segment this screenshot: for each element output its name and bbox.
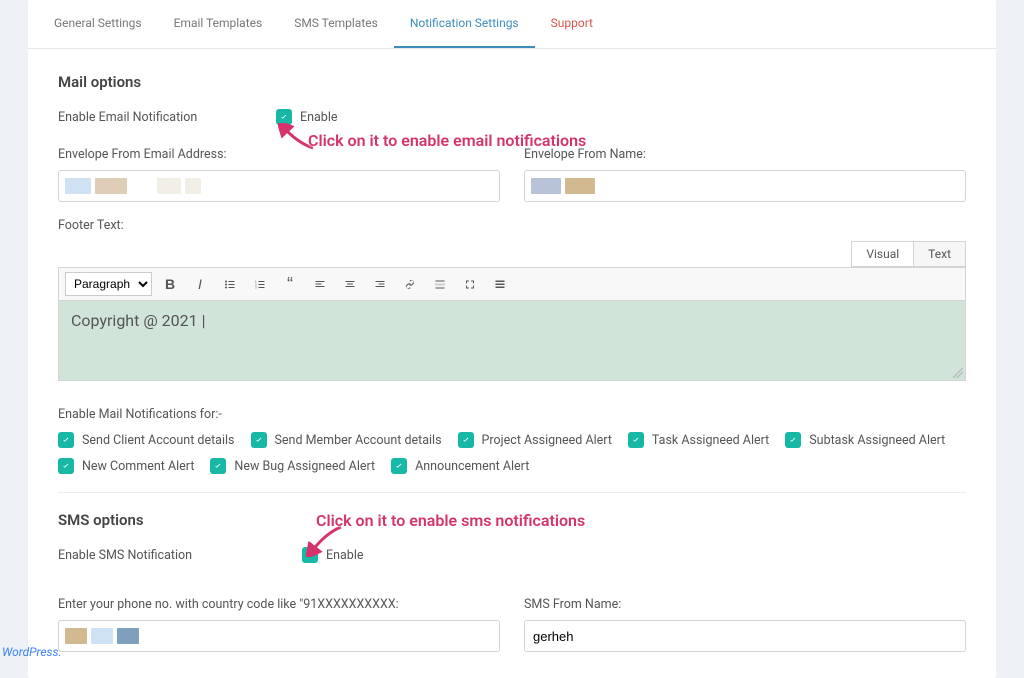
quote-icon[interactable]: “ xyxy=(278,272,302,296)
section-divider xyxy=(58,492,966,493)
tab-email-templates[interactable]: Email Templates xyxy=(158,0,279,48)
notification-item: Task Assigneed Alert xyxy=(628,432,769,448)
notification-item-label: Task Assigneed Alert xyxy=(652,433,769,448)
tab-support[interactable]: Support xyxy=(535,0,609,48)
notification-item: Send Member Account details xyxy=(251,432,442,448)
phone-input[interactable] xyxy=(58,620,500,652)
notification-checkbox[interactable] xyxy=(58,432,74,448)
envelope-email-label: Envelope From Email Address: xyxy=(58,147,500,162)
notification-item: Announcement Alert xyxy=(391,458,529,474)
enable-sms-check-text: Enable xyxy=(326,548,364,563)
check-icon xyxy=(213,461,223,471)
footer-text-editor[interactable]: Copyright @ 2021 | xyxy=(58,301,966,381)
check-icon xyxy=(61,461,71,471)
editor-tab-text[interactable]: Text xyxy=(913,241,966,267)
notification-checkbox[interactable] xyxy=(251,432,267,448)
envelope-email-input[interactable] xyxy=(58,170,500,202)
check-icon xyxy=(461,435,471,445)
sms-from-name-input[interactable] xyxy=(524,620,966,652)
bullet-list-icon[interactable] xyxy=(218,272,242,296)
align-left-icon[interactable] xyxy=(308,272,332,296)
check-icon xyxy=(279,112,289,122)
notification-checkbox[interactable] xyxy=(58,458,74,474)
notification-item: Send Client Account details xyxy=(58,432,235,448)
notification-item: New Comment Alert xyxy=(58,458,194,474)
enable-email-check-text: Enable xyxy=(300,110,338,125)
readmore-icon[interactable] xyxy=(428,272,452,296)
check-icon xyxy=(61,435,71,445)
phone-label: Enter your phone no. with country code l… xyxy=(58,597,500,612)
notification-checkbox[interactable] xyxy=(210,458,226,474)
notification-item-label: Announcement Alert xyxy=(415,459,529,474)
enable-email-checkbox[interactable] xyxy=(276,109,292,125)
resize-handle[interactable] xyxy=(953,368,963,378)
enable-sms-label: Enable SMS Notification xyxy=(58,548,302,563)
editor-toolbar: Paragraph B I 123 “ xyxy=(58,267,966,301)
link-icon[interactable] xyxy=(398,272,422,296)
wordpress-link[interactable]: WordPress. xyxy=(2,645,62,659)
settings-tabs: General Settings Email Templates SMS Tem… xyxy=(28,0,996,49)
notification-item-label: New Comment Alert xyxy=(82,459,194,474)
notification-item-label: Subtask Assigneed Alert xyxy=(809,433,945,448)
notification-item: Project Assigneed Alert xyxy=(458,432,612,448)
tab-notification-settings[interactable]: Notification Settings xyxy=(394,0,535,48)
enable-email-label: Enable Email Notification xyxy=(58,110,276,125)
tab-general[interactable]: General Settings xyxy=(38,0,158,48)
fullscreen-icon[interactable] xyxy=(458,272,482,296)
format-select[interactable]: Paragraph xyxy=(65,272,152,296)
notification-checkbox[interactable] xyxy=(391,458,407,474)
check-icon xyxy=(254,435,264,445)
check-icon xyxy=(788,435,798,445)
toolbar-toggle-icon[interactable] xyxy=(488,272,512,296)
notification-checkbox-list: Send Client Account details Send Member A… xyxy=(58,432,966,474)
numbered-list-icon[interactable]: 123 xyxy=(248,272,272,296)
sms-section-title: SMS options xyxy=(58,511,966,529)
notification-checkbox[interactable] xyxy=(628,432,644,448)
svg-text:3: 3 xyxy=(255,285,257,289)
notification-checkbox[interactable] xyxy=(785,432,801,448)
enable-sms-checkbox[interactable] xyxy=(302,547,318,563)
notification-item-label: Project Assigneed Alert xyxy=(482,433,612,448)
bold-icon[interactable]: B xyxy=(158,272,182,296)
check-icon xyxy=(631,435,641,445)
envelope-name-input[interactable] xyxy=(524,170,966,202)
align-center-icon[interactable] xyxy=(338,272,362,296)
envelope-name-label: Envelope From Name: xyxy=(524,147,966,162)
editor-content: Copyright @ 2021 | xyxy=(71,311,206,330)
notification-item: Subtask Assigneed Alert xyxy=(785,432,945,448)
notification-item-label: Send Client Account details xyxy=(82,433,235,448)
notification-checkbox[interactable] xyxy=(458,432,474,448)
italic-icon[interactable]: I xyxy=(188,272,212,296)
check-icon xyxy=(305,550,315,560)
editor-tab-visual[interactable]: Visual xyxy=(851,241,914,267)
check-icon xyxy=(394,461,404,471)
mail-section-title: Mail options xyxy=(58,73,966,91)
notification-item-label: Send Member Account details xyxy=(275,433,442,448)
enable-mail-for-label: Enable Mail Notifications for:- xyxy=(58,407,966,422)
footer-text-label: Footer Text: xyxy=(58,218,966,233)
tab-sms-templates[interactable]: SMS Templates xyxy=(278,0,394,48)
notification-item-label: New Bug Assigneed Alert xyxy=(234,459,375,474)
sms-from-name-label: SMS From Name: xyxy=(524,597,966,612)
align-right-icon[interactable] xyxy=(368,272,392,296)
notification-item: New Bug Assigneed Alert xyxy=(210,458,375,474)
